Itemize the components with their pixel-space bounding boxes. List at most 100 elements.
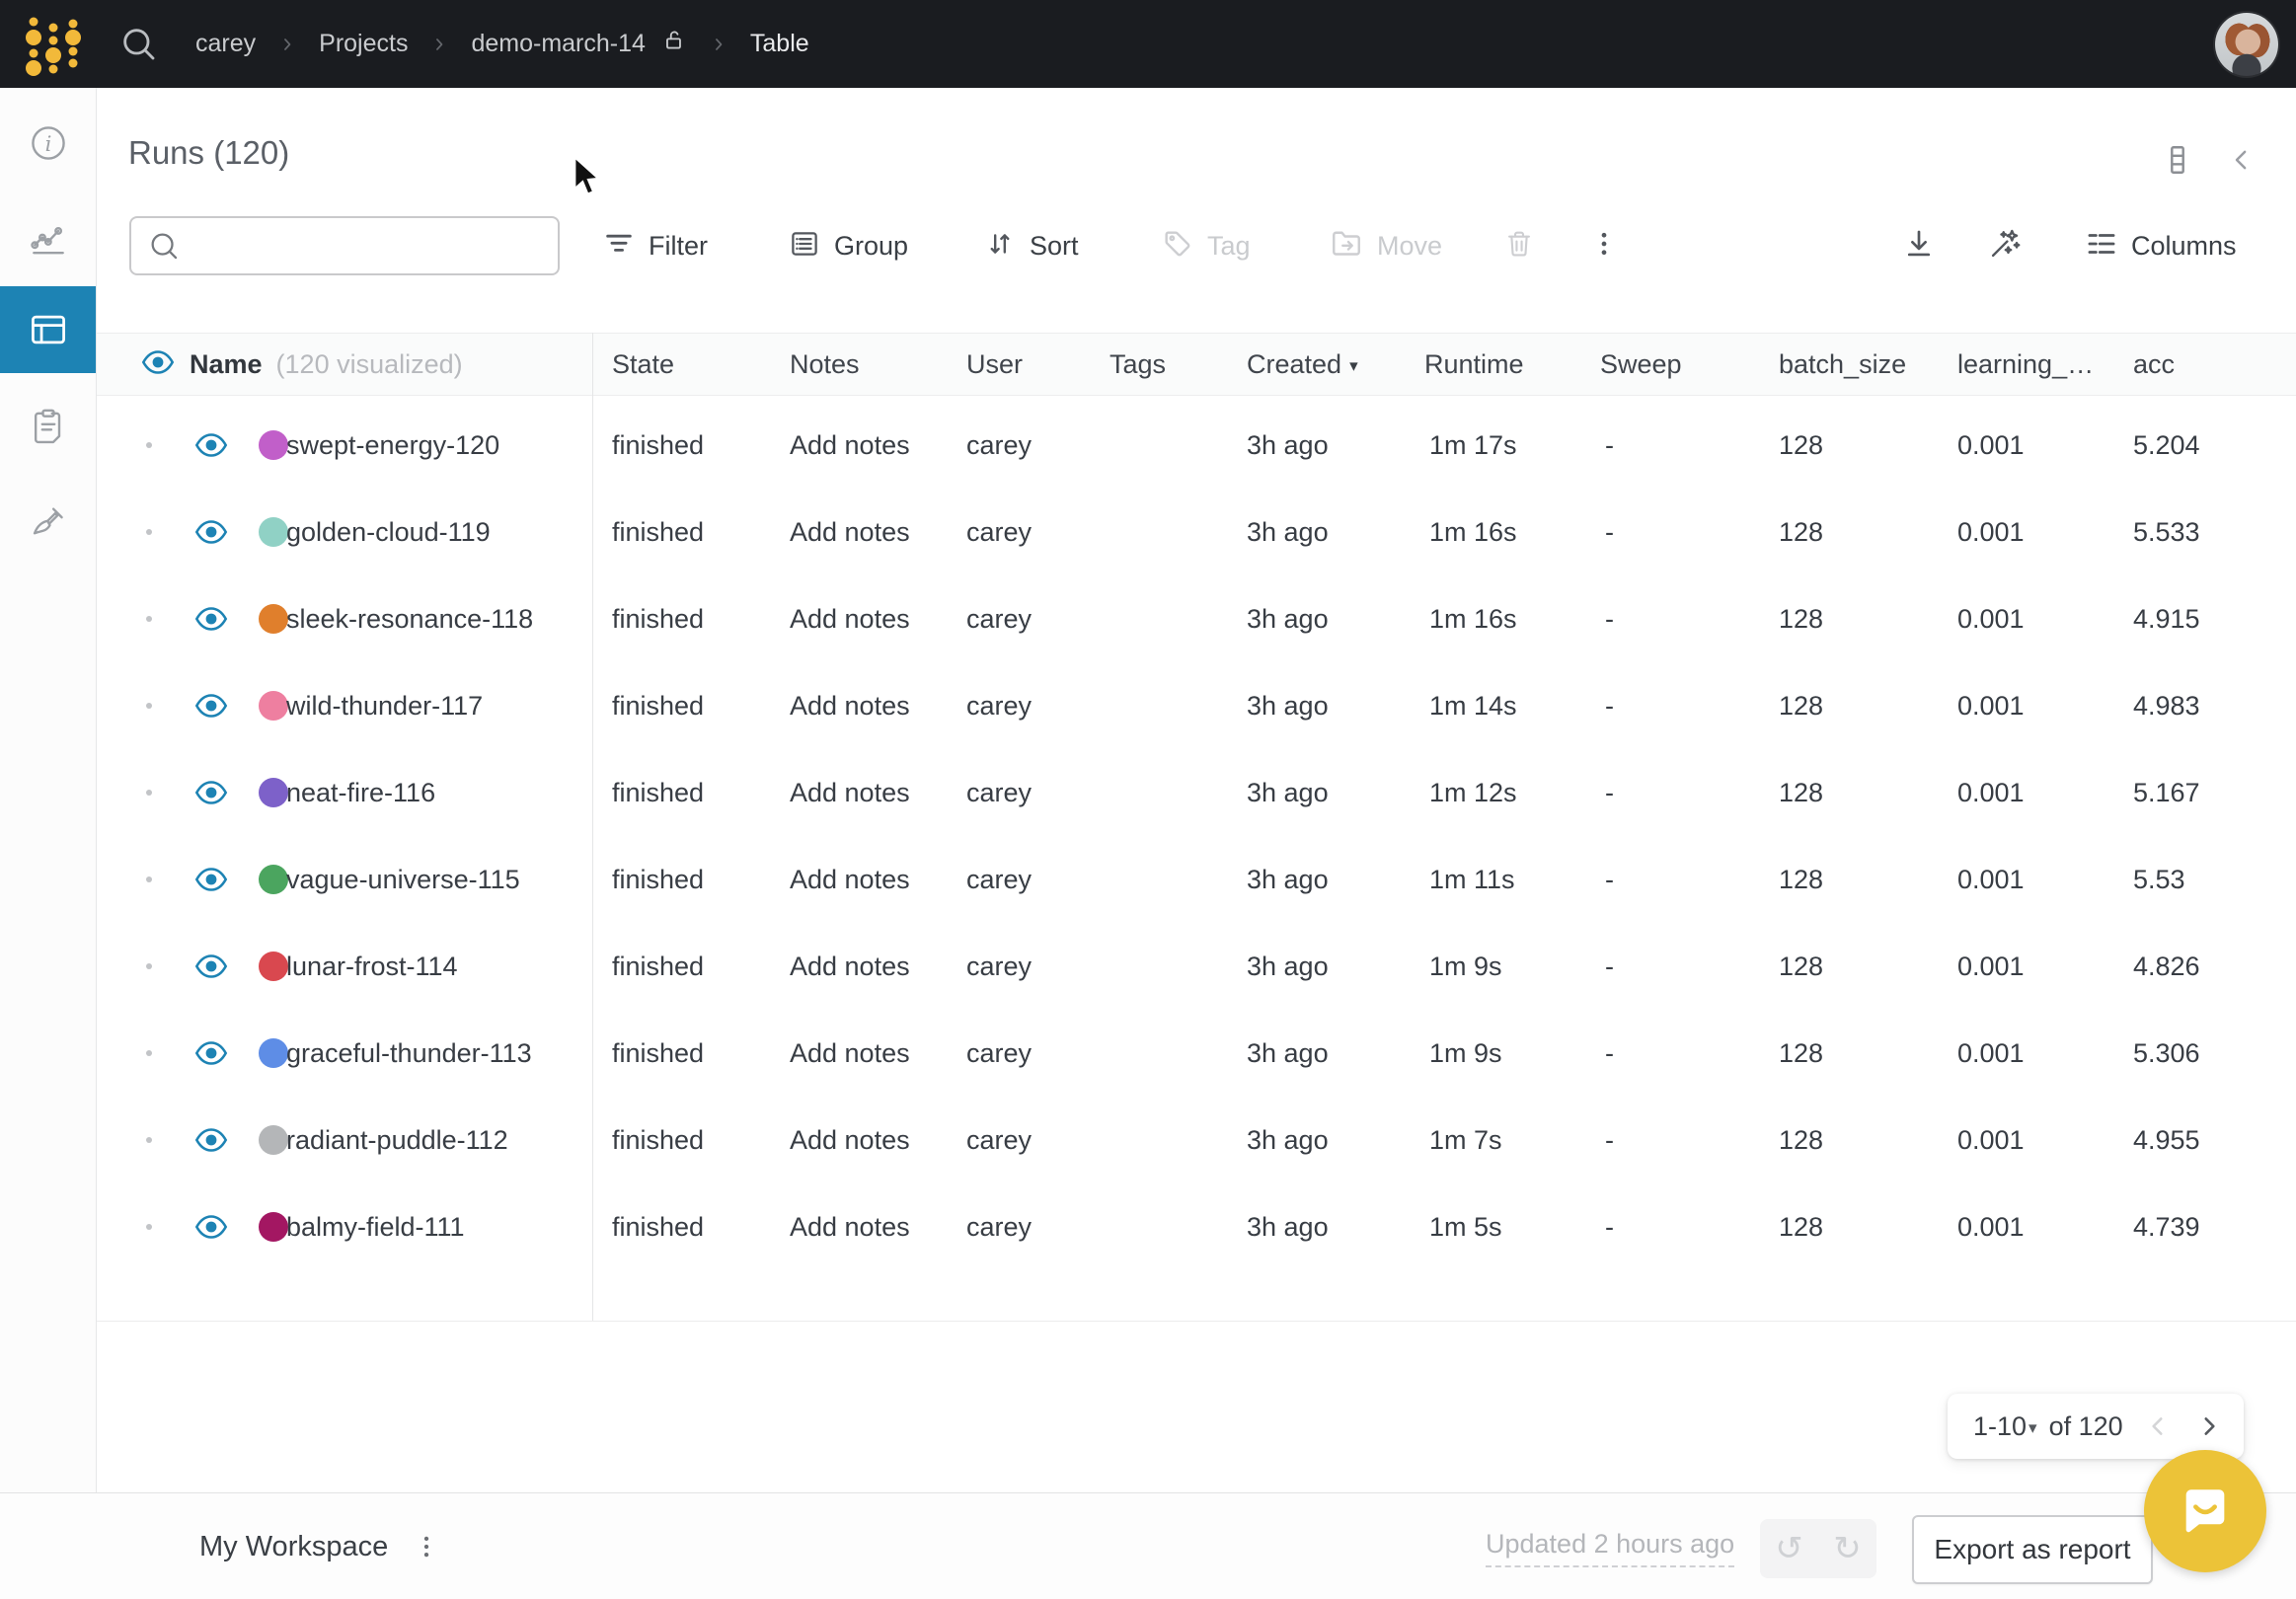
undo-icon[interactable]: ↺: [1775, 1532, 1803, 1565]
run-row-wild-thunder-117[interactable]: wild-thunder-117finishedAdd notescarey3h…: [97, 662, 2296, 749]
drag-handle[interactable]: [146, 529, 152, 535]
workspace-menu-kebab-icon[interactable]: [414, 1530, 439, 1563]
column-header-learning_[interactable]: learning_…: [1957, 334, 2094, 395]
breadcrumb-item-projects[interactable]: Projects: [319, 30, 408, 58]
breadcrumb-item-table[interactable]: Table: [750, 30, 809, 58]
run-created: 3h ago: [1247, 836, 1329, 923]
collapse-panel-icon[interactable]: [2227, 145, 2257, 175]
drag-handle[interactable]: [146, 790, 152, 796]
search-icon[interactable]: [118, 24, 158, 63]
run-visibility-eye-icon[interactable]: [193, 923, 229, 1010]
column-header-runtime[interactable]: Runtime: [1424, 334, 1524, 395]
column-header-tags[interactable]: Tags: [1110, 334, 1166, 395]
sidebar-item-broom[interactable]: [0, 480, 96, 567]
next-page-icon[interactable]: [2196, 1413, 2222, 1439]
run-notes[interactable]: Add notes: [790, 402, 910, 489]
run-visibility-eye-icon[interactable]: [193, 402, 229, 489]
run-notes[interactable]: Add notes: [790, 489, 910, 575]
run-visibility-eye-icon[interactable]: [193, 1097, 229, 1183]
autocols-button[interactable]: [1986, 216, 2024, 275]
run-name[interactable]: wild-thunder-117: [286, 662, 483, 749]
run-row-graceful-thunder-113[interactable]: graceful-thunder-113finishedAdd notescar…: [97, 1010, 2296, 1097]
run-row-lunar-frost-114[interactable]: lunar-frost-114finishedAdd notescarey3h …: [97, 923, 2296, 1010]
run-notes[interactable]: Add notes: [790, 836, 910, 923]
sidebar-item-clipboard[interactable]: [0, 383, 96, 470]
run-notes[interactable]: Add notes: [790, 1010, 910, 1097]
column-header-sweep[interactable]: Sweep: [1600, 334, 1682, 395]
run-row-sleek-resonance-118[interactable]: sleek-resonance-118finishedAdd notescare…: [97, 575, 2296, 662]
run-visibility-eye-icon[interactable]: [193, 575, 229, 662]
sidebar-item-info[interactable]: i: [0, 100, 96, 187]
run-row-balmy-field-111[interactable]: balmy-field-111finishedAdd notescarey3h …: [97, 1183, 2296, 1270]
run-acc: 5.306: [2133, 1010, 2200, 1097]
column-header-batch_size[interactable]: batch_size: [1779, 334, 1906, 395]
run-notes[interactable]: Add notes: [790, 1097, 910, 1183]
run-name[interactable]: vague-universe-115: [286, 836, 520, 923]
chat-support-button[interactable]: [2144, 1450, 2266, 1572]
run-notes[interactable]: Add notes: [790, 662, 910, 749]
run-name[interactable]: balmy-field-111: [286, 1183, 465, 1270]
breadcrumb-item-demo-march-14[interactable]: demo-march-14: [471, 30, 645, 58]
sidebar-item-line-chart[interactable]: [0, 193, 96, 280]
panel-layout-icon[interactable]: [2160, 142, 2195, 178]
run-name[interactable]: lunar-frost-114: [286, 923, 458, 1010]
column-header-notes[interactable]: Notes: [790, 334, 860, 395]
run-row-golden-cloud-119[interactable]: golden-cloud-119finishedAdd notescarey3h…: [97, 489, 2296, 575]
avatar[interactable]: [2215, 13, 2278, 76]
run-row-radiant-puddle-112[interactable]: radiant-puddle-112finishedAdd notescarey…: [97, 1097, 2296, 1183]
drag-handle[interactable]: [146, 703, 152, 709]
column-header-acc[interactable]: acc: [2133, 334, 2175, 395]
run-name[interactable]: graceful-thunder-113: [286, 1010, 532, 1097]
column-header-state[interactable]: State: [612, 334, 674, 395]
run-visibility-eye-icon[interactable]: [193, 1010, 229, 1097]
run-visibility-eye-icon[interactable]: [193, 1183, 229, 1270]
search-input[interactable]: [181, 218, 558, 273]
drag-handle[interactable]: [146, 963, 152, 969]
drag-handle[interactable]: [146, 1224, 152, 1230]
redo-icon[interactable]: ↻: [1833, 1532, 1862, 1565]
run-visibility-eye-icon[interactable]: [193, 749, 229, 836]
wandb-logo-icon[interactable]: [16, 6, 81, 81]
run-notes[interactable]: Add notes: [790, 575, 910, 662]
run-name[interactable]: golden-cloud-119: [286, 489, 491, 575]
visibility-eye-icon[interactable]: [140, 347, 176, 382]
drag-handle[interactable]: [146, 1050, 152, 1056]
breadcrumb-item-carey[interactable]: carey: [195, 30, 256, 58]
run-row-swept-energy-120[interactable]: swept-energy-120finishedAdd notescarey3h…: [97, 402, 2296, 489]
run-name[interactable]: neat-fire-116: [286, 749, 435, 836]
run-notes[interactable]: Add notes: [790, 749, 910, 836]
prev-page-icon[interactable]: [2145, 1413, 2171, 1439]
column-header-created[interactable]: Created▾: [1247, 334, 1358, 395]
run-name[interactable]: swept-energy-120: [286, 402, 499, 489]
run-visibility-eye-icon[interactable]: [193, 662, 229, 749]
run-notes[interactable]: Add notes: [790, 1183, 910, 1270]
run-visibility-eye-icon[interactable]: [193, 836, 229, 923]
run-batch-size: 128: [1779, 1097, 1823, 1183]
column-header-user[interactable]: User: [966, 334, 1023, 395]
name-column-header[interactable]: Name: [190, 349, 263, 380]
run-name[interactable]: radiant-puddle-112: [286, 1097, 508, 1183]
drag-handle[interactable]: [146, 1137, 152, 1143]
drag-handle[interactable]: [146, 616, 152, 622]
breadcrumb: carey Projects demo-march-14 Table: [195, 0, 809, 88]
columns-button[interactable]: Columns: [2085, 216, 2237, 275]
run-row-vague-universe-115[interactable]: vague-universe-115finishedAdd notescarey…: [97, 836, 2296, 923]
export-as-report-button[interactable]: Export as report: [1912, 1515, 2153, 1584]
download-button[interactable]: [1901, 216, 1937, 275]
workspace-label[interactable]: My Workspace: [199, 1531, 388, 1563]
filter-button[interactable]: Filter: [602, 216, 708, 275]
run-visibility-eye-icon[interactable]: [193, 489, 229, 575]
page-range-dropdown[interactable]: 1-10: [1973, 1411, 2027, 1442]
group-button[interactable]: Group: [788, 216, 908, 275]
updated-timestamp[interactable]: Updated 2 hours ago: [1486, 1529, 1734, 1567]
run-notes[interactable]: Add notes: [790, 923, 910, 1010]
drag-handle[interactable]: [146, 442, 152, 448]
filter-icon: [602, 227, 636, 266]
run-name[interactable]: sleek-resonance-118: [286, 575, 533, 662]
sidebar-item-table[interactable]: [0, 286, 96, 373]
runs-search-box[interactable]: [129, 216, 560, 275]
run-row-neat-fire-116[interactable]: neat-fire-116finishedAdd notescarey3h ag…: [97, 749, 2296, 836]
sort-button[interactable]: Sort: [983, 216, 1079, 275]
drag-handle[interactable]: [146, 876, 152, 882]
more-button[interactable]: [1589, 216, 1619, 275]
